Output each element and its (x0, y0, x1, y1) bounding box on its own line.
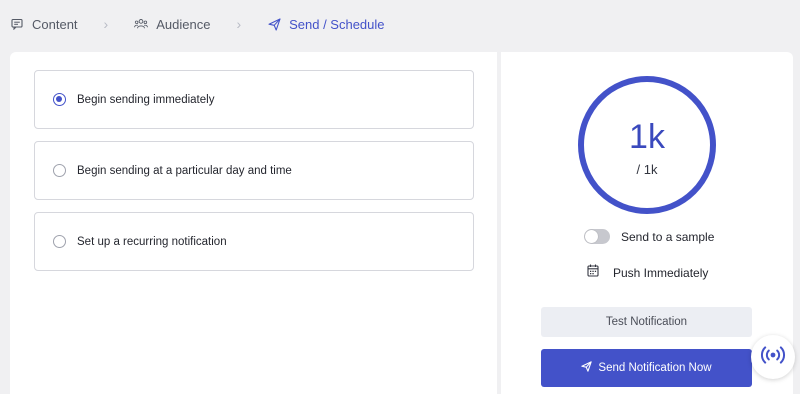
audience-total: / 1k (636, 162, 658, 177)
option-label: Begin sending immediately (77, 93, 215, 106)
send-notification-button[interactable]: Send Notification Now (541, 349, 752, 387)
schedule-options-panel: Begin sending immediately Begin sending … (10, 52, 497, 394)
option-send-at-time[interactable]: Begin sending at a particular day and ti… (34, 141, 474, 200)
broadcast-icon (759, 345, 787, 370)
option-label: Begin sending at a particular day and ti… (77, 164, 292, 177)
option-recurring[interactable]: Set up a recurring notification (34, 212, 474, 271)
users-icon (134, 17, 149, 31)
radio-send-immediately[interactable] (53, 93, 66, 106)
sample-toggle-row: Send to a sample (584, 229, 714, 244)
option-send-immediately[interactable]: Begin sending immediately (34, 70, 474, 129)
push-timing-row: Push Immediately (587, 264, 708, 282)
step-audience[interactable]: Audience (134, 17, 210, 32)
audience-gauge: 1k / 1k (578, 76, 716, 214)
test-notification-button[interactable]: Test Notification (541, 307, 752, 337)
radio-recurring[interactable] (53, 235, 66, 248)
paper-plane-icon (581, 361, 593, 375)
audience-count: 1k (629, 118, 665, 156)
radio-send-at-time[interactable] (53, 164, 66, 177)
step-send-schedule[interactable]: Send / Schedule (267, 16, 385, 32)
paper-plane-icon (267, 17, 281, 31)
step-audience-label: Audience (156, 16, 211, 32)
calendar-icon (587, 264, 599, 282)
sample-toggle-label: Send to a sample (621, 229, 715, 244)
option-label: Set up a recurring notification (77, 235, 227, 248)
chevron-right-icon: › (236, 16, 242, 32)
step-content-label: Content (32, 16, 78, 32)
chat-icon (10, 17, 24, 31)
send-notification-label: Send Notification Now (598, 362, 712, 374)
sample-toggle[interactable] (584, 229, 610, 244)
stepper: Content › Audience › Send / Schedule (0, 0, 800, 48)
send-summary-panel: 1k / 1k Send to a sample Push Immediatel… (501, 52, 793, 394)
step-content[interactable]: Content (10, 17, 78, 32)
step-send-schedule-label: Send / Schedule (289, 16, 385, 32)
chevron-right-icon: › (103, 16, 109, 32)
help-widget-button[interactable] (751, 335, 795, 379)
push-timing-label: Push Immediately (613, 266, 709, 280)
